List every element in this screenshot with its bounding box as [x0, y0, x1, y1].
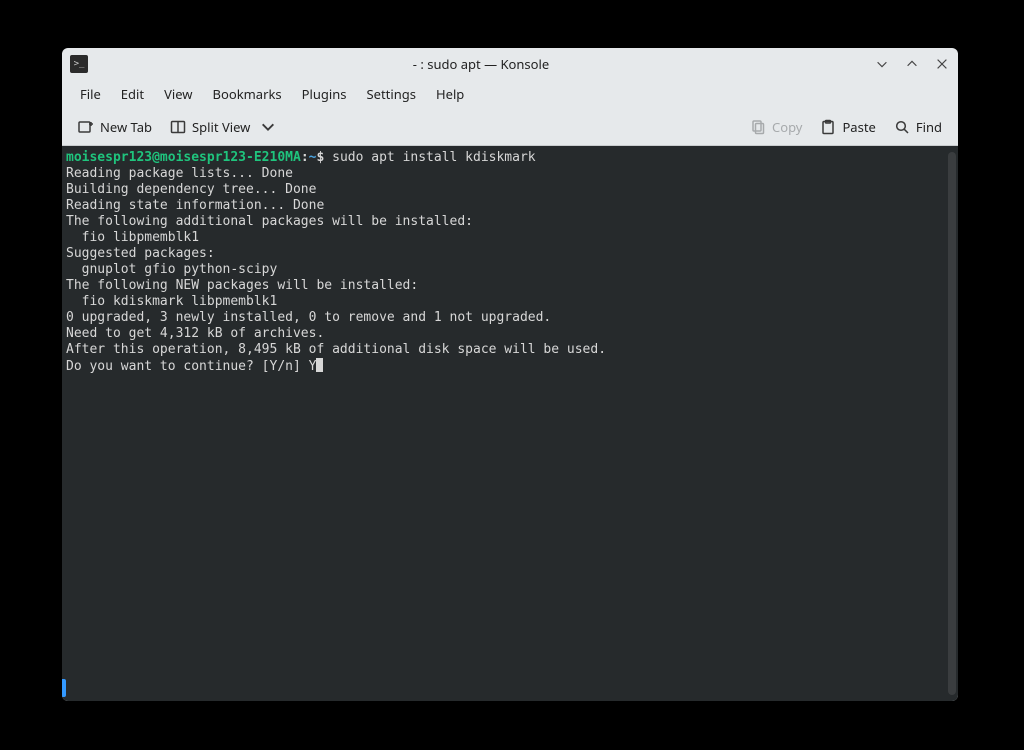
terminal-area[interactable]: moisespr123@moisespr123-E210MA:~$ sudo a…	[62, 146, 958, 701]
terminal-app-icon	[70, 55, 88, 73]
split-view-label: Split View	[192, 118, 250, 136]
toolbar: New Tab Split View Copy Paste Fi	[62, 108, 958, 146]
find-button[interactable]: Find	[886, 113, 950, 141]
new-tab-icon	[78, 119, 94, 135]
titlebar: - : sudo apt — Konsole	[62, 48, 958, 80]
search-icon	[894, 119, 910, 135]
window-controls	[874, 56, 950, 72]
menu-edit[interactable]: Edit	[111, 81, 154, 107]
find-label: Find	[916, 118, 942, 136]
chevron-up-icon	[905, 57, 919, 71]
menu-settings[interactable]: Settings	[357, 81, 426, 107]
menu-view[interactable]: View	[154, 81, 202, 107]
window-title: - : sudo apt — Konsole	[88, 55, 874, 73]
menu-bookmarks[interactable]: Bookmarks	[203, 81, 292, 107]
menu-help[interactable]: Help	[426, 81, 474, 107]
copy-button[interactable]: Copy	[742, 113, 810, 141]
terminal-output: moisespr123@moisespr123-E210MA:~$ sudo a…	[62, 146, 946, 701]
copy-icon	[750, 119, 766, 135]
split-view-button[interactable]: Split View	[162, 113, 284, 141]
chevron-down-icon	[260, 119, 276, 135]
maximize-button[interactable]	[904, 56, 920, 72]
paste-button[interactable]: Paste	[812, 113, 883, 141]
new-tab-label: New Tab	[100, 118, 152, 136]
active-session-indicator	[62, 679, 66, 697]
split-view-icon	[170, 119, 186, 135]
menubar: File Edit View Bookmarks Plugins Setting…	[62, 80, 958, 108]
new-tab-button[interactable]: New Tab	[70, 113, 160, 141]
copy-label: Copy	[772, 118, 802, 136]
chevron-down-icon	[875, 57, 889, 71]
minimize-button[interactable]	[874, 56, 890, 72]
paste-icon	[820, 119, 836, 135]
close-button[interactable]	[934, 56, 950, 72]
menu-file[interactable]: File	[70, 81, 111, 107]
app-window: - : sudo apt — Konsole File Edit View Bo…	[62, 48, 958, 701]
scrollbar[interactable]	[948, 152, 956, 695]
close-icon	[935, 57, 949, 71]
paste-label: Paste	[842, 118, 875, 136]
menu-plugins[interactable]: Plugins	[292, 81, 357, 107]
